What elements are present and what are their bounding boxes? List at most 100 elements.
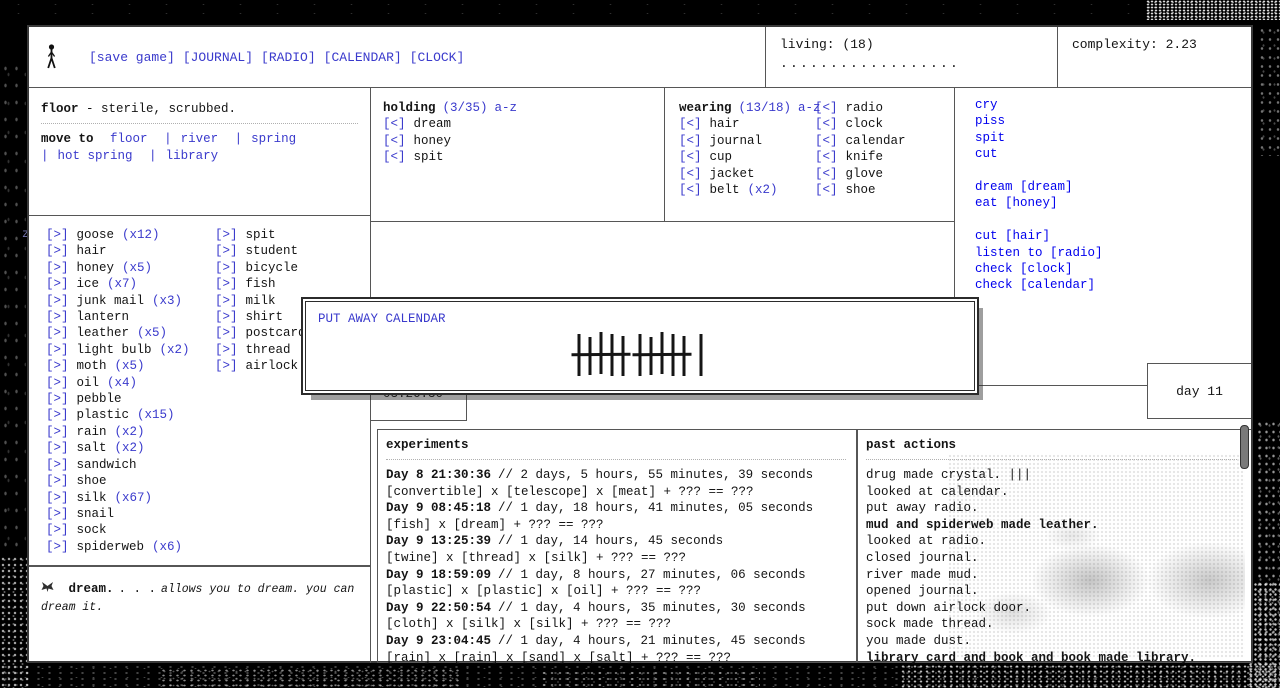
item-qty: (x5) — [115, 359, 145, 373]
take-off-button[interactable]: [<] — [815, 117, 838, 131]
move-to-label: move to — [41, 132, 94, 146]
pick-up-button[interactable]: [>] — [46, 294, 69, 308]
pick-up-button[interactable]: [>] — [46, 343, 69, 357]
pick-up-button[interactable]: [>] — [46, 228, 69, 242]
take-off-button[interactable]: [<] — [679, 167, 702, 181]
pick-up-button[interactable]: [>] — [46, 376, 69, 390]
item-name: silk — [77, 491, 107, 505]
take-off-button[interactable]: [<] — [679, 150, 702, 164]
action-link[interactable] — [975, 163, 1245, 179]
action-link[interactable]: spit — [975, 130, 1245, 146]
experiment-time-line: Day 9 13:25:39// 1 day, 14 hours, 45 sec… — [386, 533, 856, 550]
take-off-button[interactable]: [<] — [815, 183, 838, 197]
holding-panel: holding(3/35)a-z [<]dream [<]honey [<]sp… — [371, 88, 665, 222]
pick-up-button[interactable]: [>] — [215, 310, 238, 324]
experiment-formula: [fish] x [dream] + ??? == ??? — [386, 517, 856, 534]
take-off-button[interactable]: [<] — [679, 134, 702, 148]
pick-up-button[interactable]: [>] — [46, 441, 69, 455]
action-link[interactable]: check [calendar] — [975, 277, 1245, 293]
action-link[interactable]: cry — [975, 97, 1245, 113]
item-name: glove — [846, 167, 884, 181]
action-link[interactable]: check [clock] — [975, 261, 1245, 277]
pick-up-button[interactable]: [>] — [215, 343, 238, 357]
action-link[interactable]: listen to [radio] — [975, 245, 1245, 261]
take-off-button[interactable]: [<] — [815, 134, 838, 148]
take-off-button[interactable]: [<] — [815, 101, 838, 115]
pick-up-button[interactable]: [>] — [215, 277, 238, 291]
calendar-modal: PUT AWAY CALENDAR — [305, 301, 975, 391]
pick-up-button[interactable]: [>] — [215, 359, 238, 373]
pick-up-button[interactable]: [>] — [46, 359, 69, 373]
destination-link[interactable]: floor — [110, 132, 148, 146]
experiment-timestamp: Day 9 08:45:18 — [386, 501, 491, 515]
tally-bar — [672, 334, 675, 376]
holding-title: holding(3/35)a-z — [383, 100, 664, 116]
menu-item[interactable]: [CLOCK] — [410, 50, 465, 65]
past-action-line: sock made thread. — [866, 616, 1251, 633]
destination-link[interactable]: spring — [251, 132, 296, 146]
menu-item[interactable]: [save game] — [89, 50, 175, 65]
item-name: oil — [77, 376, 100, 390]
destination-link[interactable]: river — [181, 132, 219, 146]
floor-item-row: [>]silk(x67) — [46, 490, 190, 506]
floor-item-row: [>]rain(x2) — [46, 424, 190, 440]
action-link[interactable]: eat [honey] — [975, 195, 1245, 211]
pick-up-button[interactable]: [>] — [46, 458, 69, 472]
put-down-button[interactable]: [<] — [383, 150, 406, 164]
item-name: moth — [77, 359, 107, 373]
item-name: journal — [710, 134, 763, 148]
pick-up-button[interactable]: [>] — [46, 491, 69, 505]
pick-up-button[interactable]: [>] — [46, 310, 69, 324]
pick-up-button[interactable]: [>] — [46, 540, 69, 554]
take-off-button[interactable]: [<] — [679, 183, 702, 197]
background-noise — [1258, 26, 1280, 156]
take-off-button[interactable]: [<] — [679, 117, 702, 131]
action-link[interactable]: piss — [975, 113, 1245, 129]
put-away-calendar-link[interactable]: PUT AWAY CALENDAR — [318, 312, 446, 326]
pick-up-button[interactable]: [>] — [46, 277, 69, 291]
background-noise — [900, 664, 1280, 688]
tally-bar — [622, 336, 625, 376]
action-link[interactable]: cut — [975, 146, 1245, 162]
tally-group — [700, 334, 703, 376]
take-off-button[interactable]: [<] — [815, 150, 838, 164]
put-down-button[interactable]: [<] — [383, 117, 406, 131]
action-link[interactable]: dream [dream] — [975, 179, 1245, 195]
pick-up-button[interactable]: [>] — [46, 326, 69, 340]
pick-up-button[interactable]: [>] — [46, 425, 69, 439]
menu-item[interactable]: [RADIO] — [261, 50, 316, 65]
pick-up-button[interactable]: [>] — [215, 294, 238, 308]
wearing-item-row: [<] journal — [679, 133, 821, 149]
scrollbar-thumb[interactable] — [1240, 425, 1249, 469]
location-panel: floor - sterile, scrubbed. move to floor… — [29, 88, 371, 216]
item-name: jacket — [710, 167, 755, 181]
take-off-button[interactable]: [<] — [815, 167, 838, 181]
menu-item[interactable]: [JOURNAL] — [183, 50, 253, 65]
day-box: day 11 — [1147, 363, 1251, 419]
pick-up-button[interactable]: [>] — [215, 228, 238, 242]
moth-icon — [41, 583, 62, 597]
pick-up-button[interactable]: [>] — [46, 244, 69, 258]
pick-up-button[interactable]: [>] — [46, 261, 69, 275]
action-link[interactable]: cut [hair] — [975, 228, 1245, 244]
pick-up-button[interactable]: [>] — [46, 474, 69, 488]
wearing-item-row: [<]clock — [815, 116, 914, 132]
holding-sort-link[interactable]: a-z — [495, 101, 518, 115]
pick-up-button[interactable]: [>] — [215, 244, 238, 258]
destination-link[interactable]: hot spring — [58, 149, 133, 163]
pick-up-button[interactable]: [>] — [46, 392, 69, 406]
destination-link[interactable]: library — [166, 149, 219, 163]
destination: |hot spring — [41, 148, 133, 165]
item-qty: (x2) — [115, 441, 145, 455]
pick-up-button[interactable]: [>] — [46, 507, 69, 521]
pick-up-button[interactable]: [>] — [215, 326, 238, 340]
action-link[interactable] — [975, 212, 1245, 228]
pick-up-button[interactable]: [>] — [46, 523, 69, 537]
pick-up-button[interactable]: [>] — [215, 261, 238, 275]
item-name: milk — [246, 294, 276, 308]
menu-item[interactable]: [CALENDAR] — [324, 50, 402, 65]
item-name: calendar — [846, 134, 906, 148]
pick-up-button[interactable]: [>] — [46, 408, 69, 422]
experiment-entry: Day 9 18:59:09// 1 day, 8 hours, 27 minu… — [386, 567, 856, 600]
put-down-button[interactable]: [<] — [383, 134, 406, 148]
